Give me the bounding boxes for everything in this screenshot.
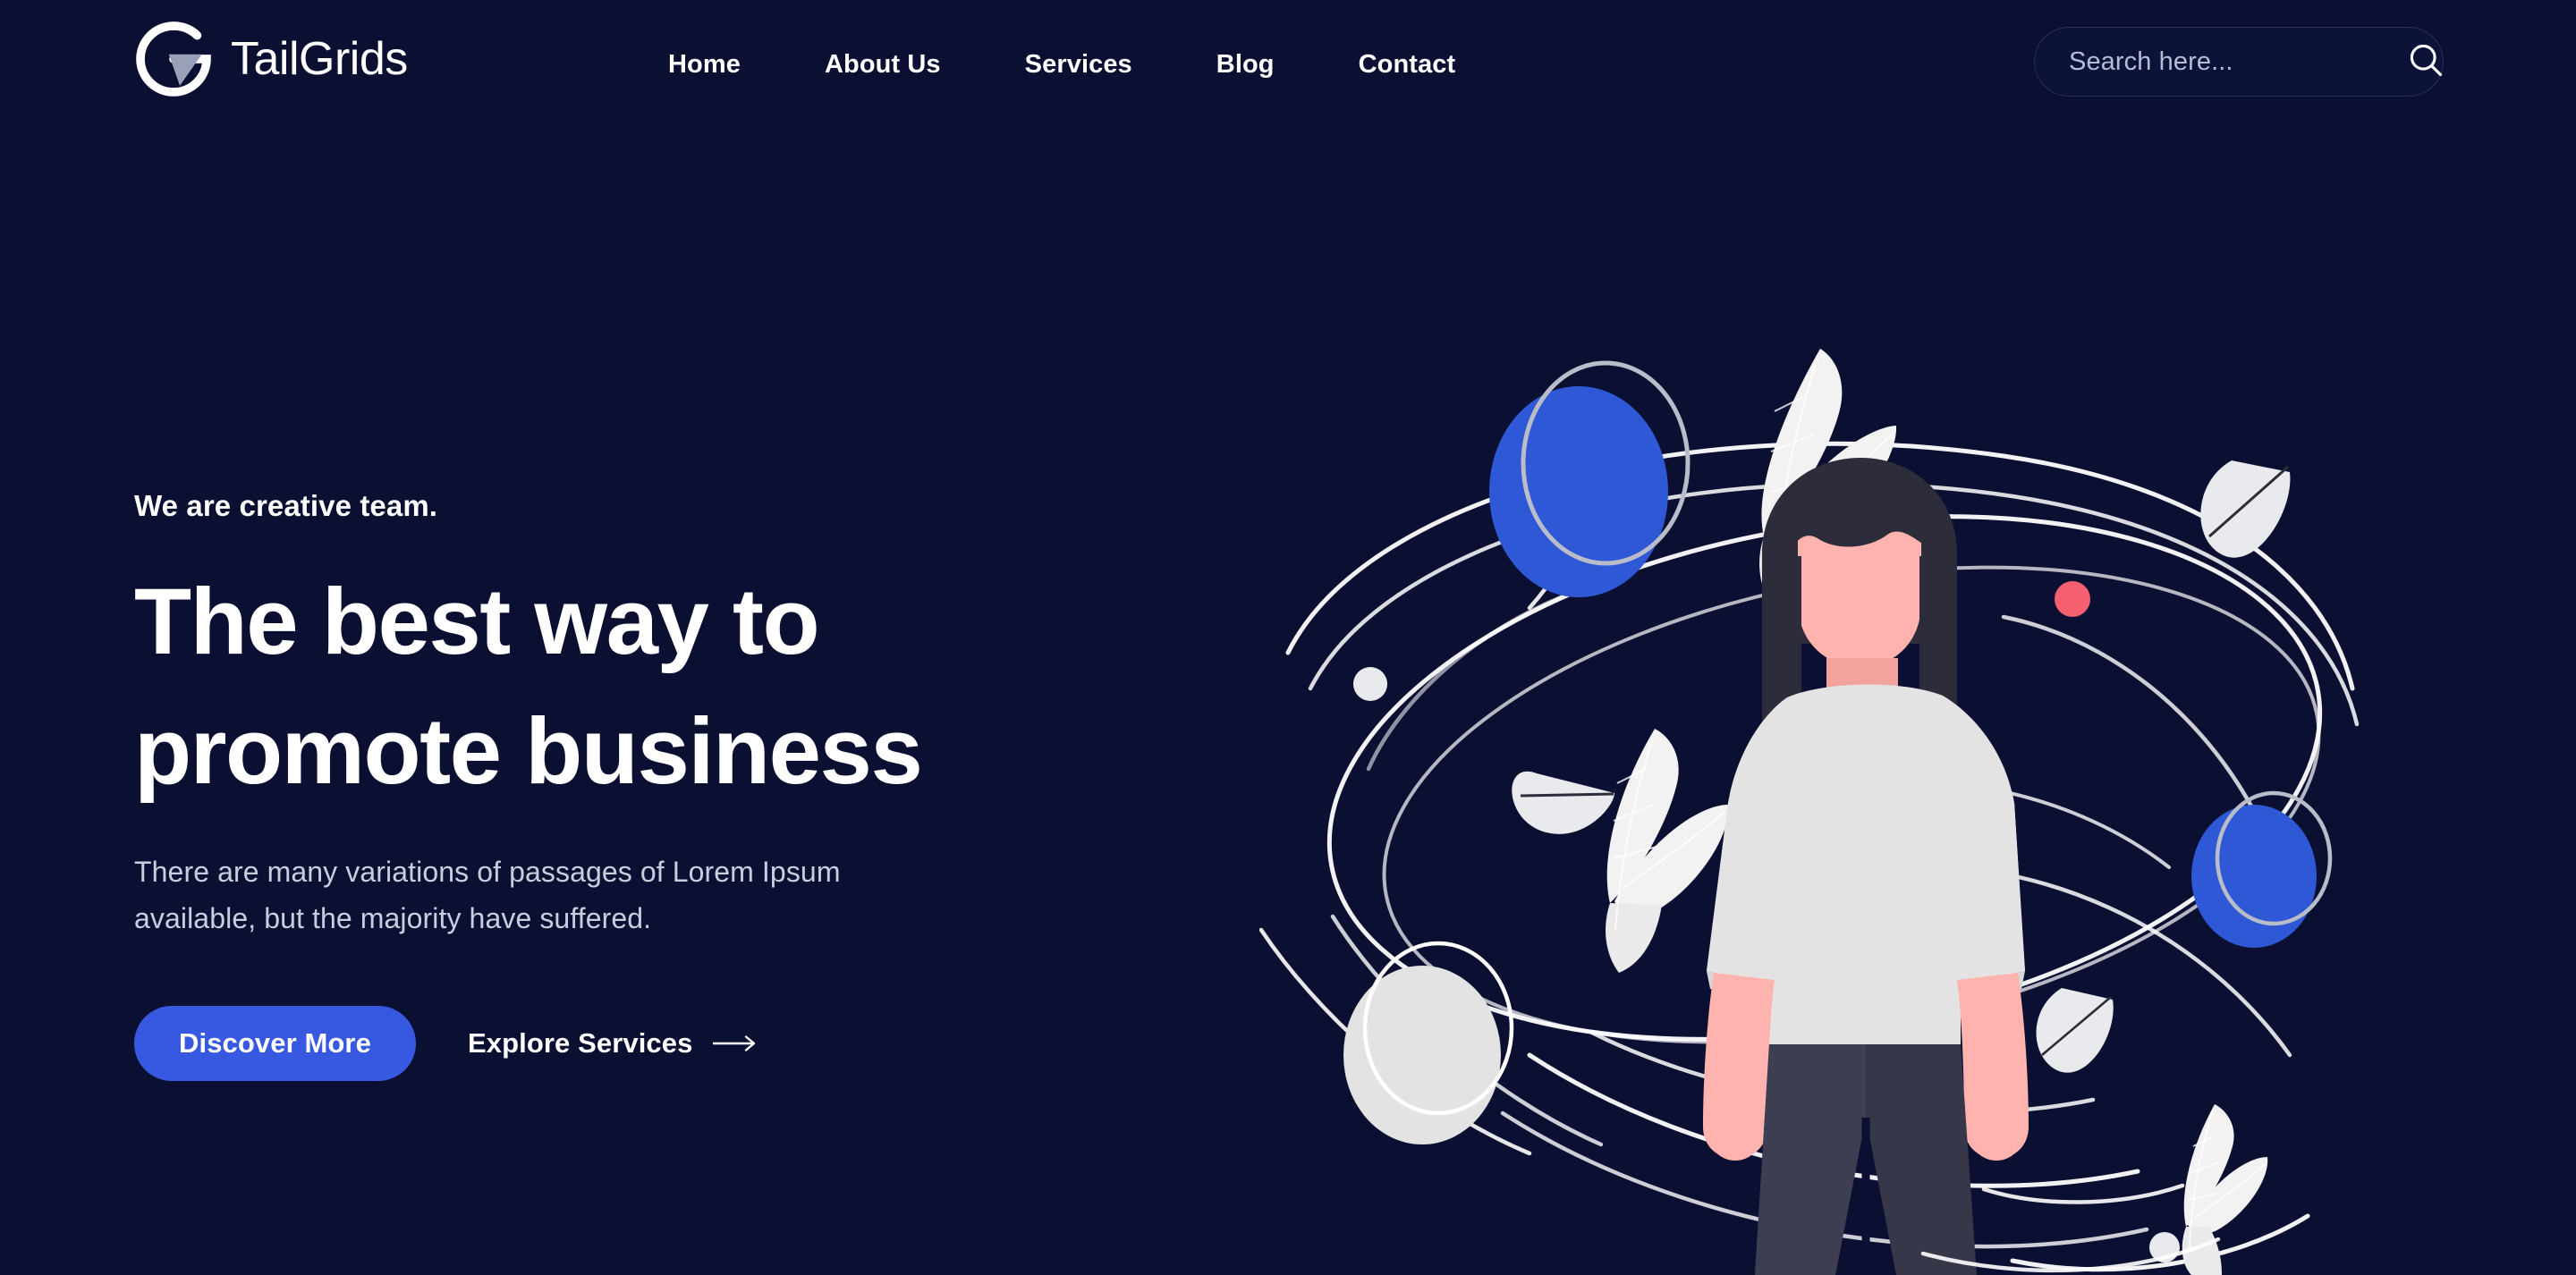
hero-page: TailGrids Home About Us Services Blog Co… <box>0 0 2576 1275</box>
nav-item-services[interactable]: Services <box>983 46 1174 83</box>
nav-item-home[interactable]: Home <box>626 46 783 83</box>
headline-line-1: The best way to <box>134 569 820 674</box>
brand-logo[interactable]: TailGrids <box>134 20 408 98</box>
headline-line-2: promote business <box>134 698 923 804</box>
explore-services-label: Explore Services <box>467 1027 693 1060</box>
arrow-right-icon <box>712 1034 758 1053</box>
nav-item-blog[interactable]: Blog <box>1174 46 1317 83</box>
search-input[interactable] <box>2069 46 2406 77</box>
site-header: TailGrids Home About Us Services Blog Co… <box>0 0 2576 132</box>
page-title: The best way to promote business <box>134 558 1136 817</box>
nav-item-contact[interactable]: Contact <box>1317 46 1498 83</box>
hero-eyebrow: We are creative team. <box>134 489 438 522</box>
nav-item-about-us[interactable]: About Us <box>783 46 983 83</box>
brand-name: TailGrids <box>231 33 408 85</box>
search-box[interactable] <box>2034 27 2444 97</box>
main-navigation: Home About Us Services Blog Contact <box>626 46 1497 83</box>
g-circle-logo-icon <box>134 20 213 98</box>
search-icon[interactable] <box>2406 40 2445 84</box>
hero-content: We are creative team. The best way to pr… <box>134 487 1136 1082</box>
hero-illustration <box>1234 224 2397 1275</box>
hero-cta-row: Discover More Explore Services <box>134 1006 1136 1082</box>
explore-services-link[interactable]: Explore Services <box>468 1027 758 1060</box>
hero-subtext: There are many variations of passages of… <box>134 855 841 934</box>
discover-more-button[interactable]: Discover More <box>134 1006 416 1082</box>
